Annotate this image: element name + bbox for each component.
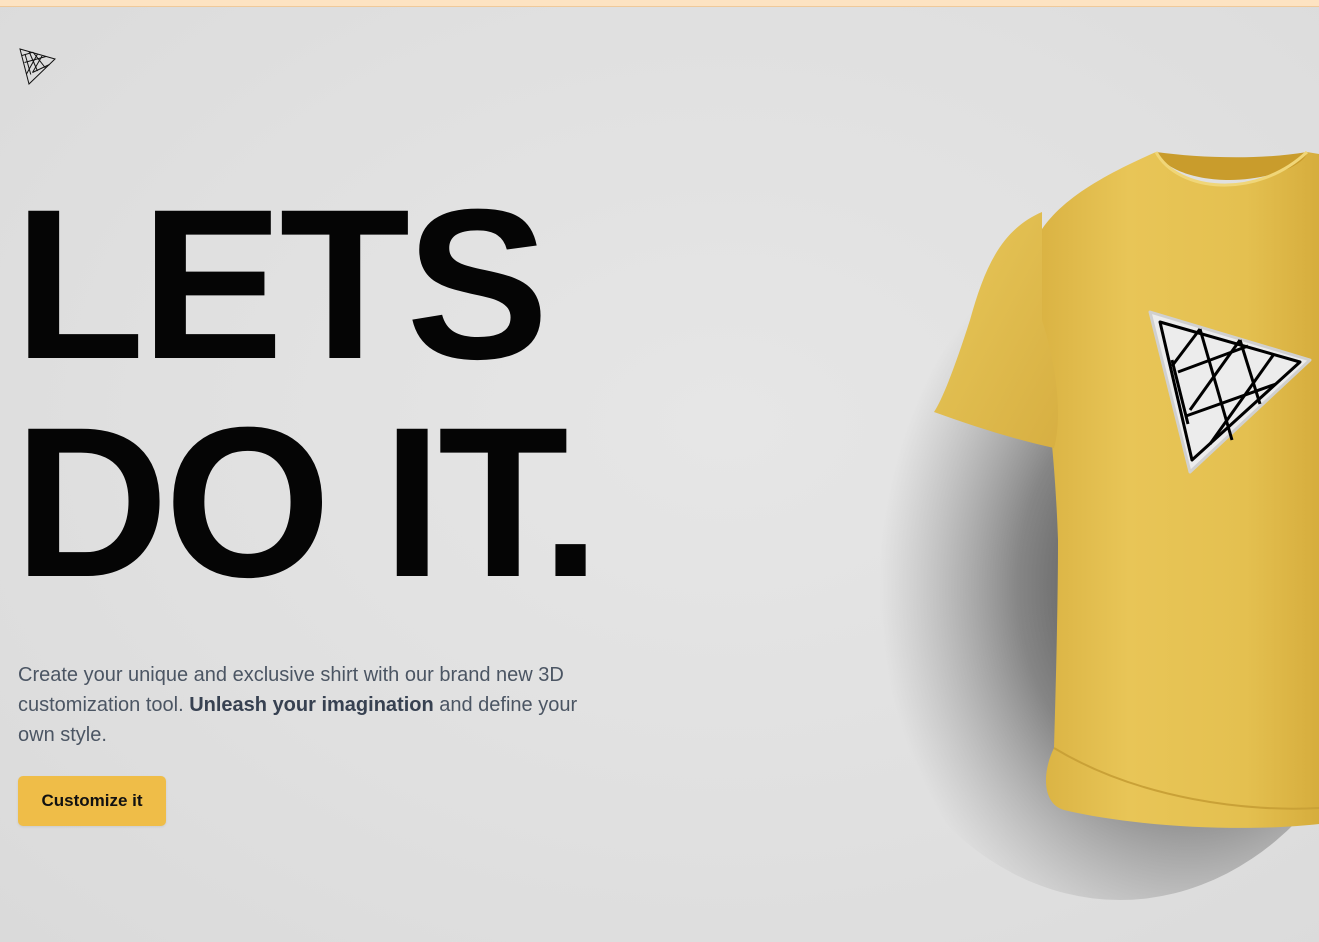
customizer-home-page: LETS DO IT. Create your unique and exclu… (0, 0, 1319, 942)
tshirt-3d-preview[interactable] (820, 120, 1319, 900)
threejs-triangle-logo-icon[interactable] (18, 46, 58, 86)
description-emphasis: Unleash your imagination (189, 694, 434, 716)
headline-line-2: DO IT. (14, 383, 600, 622)
hero-description: Create your unique and exclusive shirt w… (18, 660, 578, 750)
customize-button[interactable]: Customize it (18, 776, 166, 826)
top-strip (0, 0, 1319, 7)
hero-headline: LETS DO IT. (14, 165, 600, 622)
headline-line-1: LETS (14, 165, 549, 404)
shirt-body (1026, 152, 1319, 828)
